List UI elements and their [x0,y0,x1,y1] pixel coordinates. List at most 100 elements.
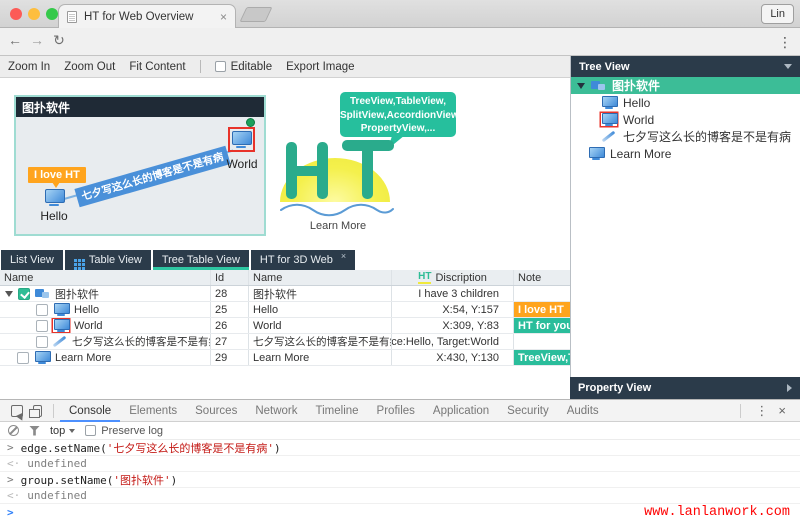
prompt-marker: > [7,506,14,519]
tab-label: Table View [89,254,142,266]
command-code: group.setName( [21,474,114,487]
header-name[interactable]: Name [0,270,211,285]
devtools-tab-audits[interactable]: Audits [558,400,608,422]
context-label: top [50,425,65,437]
table-row[interactable]: Hello 25 Hello X:54, Y:157 I love HT [0,302,570,318]
cell-id: 29 [211,350,249,365]
graph-canvas[interactable]: 图扑软件 七夕写这么长的博客是不是有病 I love HT Hello Worl… [0,78,570,248]
tab-close-icon[interactable]: × [220,11,227,23]
table-row[interactable]: 七夕写这么长的博客是不是有病 27 七夕写这么长的博客是不是有病 Source:… [0,334,570,350]
learn-more-node[interactable]: Learn More [298,220,378,232]
zoom-in-button[interactable]: Zoom In [8,61,50,73]
world-node-icon[interactable] [231,131,251,148]
row-checkbox-checked[interactable] [18,288,30,300]
monitor-icon [601,96,617,109]
row-checkbox[interactable] [36,304,48,316]
toolbar-separator [53,404,54,418]
zoom-out-button[interactable]: Zoom Out [64,61,115,73]
tab-ht-for-3d-web[interactable]: HT for 3D Web × [251,250,355,270]
hello-node-icon[interactable] [44,189,64,206]
minimize-window-button[interactable] [28,8,40,20]
row-checkbox[interactable] [36,320,48,332]
world-selection-box [228,127,255,152]
monitor-selected-icon [601,113,617,126]
forward-icon[interactable]: → [28,32,46,48]
tree-item-label: World [623,113,654,127]
devtools-panel: Console Elements Sources Network Timelin… [0,399,800,520]
row-checkbox[interactable] [36,336,48,348]
devtools-close-icon[interactable]: × [776,403,794,418]
table-row[interactable]: Learn More 29 Learn More X:430, Y:130 Tr… [0,350,570,366]
zoom-window-button[interactable] [46,8,58,20]
tab-tree-table-view[interactable]: Tree Table View [153,250,249,270]
expand-triangle-icon[interactable] [5,291,13,297]
reload-icon[interactable]: ↻ [50,32,68,49]
row-checkbox[interactable] [17,352,29,364]
tree-item-world[interactable]: World [571,111,800,128]
preserve-log-checkbox[interactable] [85,425,96,436]
devtools-tab-timeline[interactable]: Timeline [307,400,368,422]
header-name2[interactable]: Name [249,270,392,285]
world-node-label: World [220,157,264,171]
devtools-tab-network[interactable]: Network [246,400,306,422]
expand-triangle-icon[interactable] [577,83,585,89]
inspect-element-icon[interactable] [11,405,23,417]
new-tab-button[interactable] [240,7,273,22]
close-window-button[interactable] [10,8,22,20]
header-discription[interactable]: HT Discription [392,270,514,285]
header-id[interactable]: Id [211,270,249,285]
tree-table: Name Id Name HT Discription Note 图扑软件 28… [0,270,570,366]
group-node[interactable]: 图扑软件 七夕写这么长的博客是不是有病 I love HT Hello Worl… [14,95,266,236]
result-value: undefined [27,489,87,502]
profile-button[interactable]: Lin [761,4,794,24]
command-code: edge.setName( [21,442,107,455]
edge-label[interactable]: 七夕写这么长的博客是不是有病 [74,146,230,208]
property-view-header[interactable]: Property View [570,377,800,399]
devtools-tab-security[interactable]: Security [498,400,558,422]
tab-list-view[interactable]: List View [1,250,63,270]
bubble-line-2: SplitView,AccordionView, [340,109,456,123]
expand-panel-icon[interactable] [787,384,792,392]
cell-note [514,286,570,301]
devtools-tab-sources[interactable]: Sources [186,400,246,422]
devtools-tab-elements[interactable]: Elements [120,400,186,422]
editable-checkbox-item[interactable]: Editable [215,61,273,73]
export-image-button[interactable]: Export Image [286,61,354,73]
tree-item-edge[interactable]: 七夕写这么长的博客是不是有病 [571,128,800,145]
cell-description: Source:Hello, Target:World [392,334,514,349]
devtools-menu-icon[interactable]: ⋮ [747,403,776,419]
tree-item-hello[interactable]: Hello [571,94,800,111]
header-label: Discription [435,272,486,284]
group-title[interactable]: 图扑软件 [16,97,264,117]
devtools-tab-profiles[interactable]: Profiles [368,400,424,422]
group-body: 七夕写这么长的博客是不是有病 I love HT Hello World [16,117,264,234]
back-icon[interactable]: ← [6,32,24,48]
filter-icon[interactable] [29,426,40,436]
console-prompt-row[interactable]: > www.lanlanwork.com [0,504,800,521]
tree-view-header[interactable]: Tree View [571,56,800,77]
editable-checkbox[interactable] [215,61,226,72]
tab-table-view[interactable]: Table View [65,250,151,270]
clear-console-icon[interactable] [8,425,19,436]
bubble-line-3: PropertyView,... [340,122,456,136]
tab-close-icon[interactable]: × [341,251,346,261]
devtools-tab-console[interactable]: Console [60,400,120,422]
cell-note: I love HT [514,302,570,317]
fit-content-button[interactable]: Fit Content [129,61,185,73]
execution-context-select[interactable]: top [50,425,75,437]
tree-item-group[interactable]: 图扑软件 [571,77,800,94]
preserve-log-label: Preserve log [101,425,163,437]
device-toolbar-icon[interactable] [33,405,42,417]
command-string: '七夕写这么长的博客是不是有病' [107,442,274,455]
table-row[interactable]: World 26 World X:309, Y:83 HT for your [0,318,570,334]
preserve-log-checkbox-item[interactable]: Preserve log [85,425,163,437]
browser-tab[interactable]: HT for Web Overview × [58,4,236,28]
tab-title: HT for Web Overview [84,11,213,23]
tree-item-label: Hello [623,96,650,110]
devtools-tab-application[interactable]: Application [424,400,498,422]
table-row[interactable]: 图扑软件 28 图扑软件 I have 3 children [0,286,570,302]
collapse-panel-icon[interactable] [784,64,792,69]
browser-menu-icon[interactable]: ⋮ [778,34,792,51]
tree-item-learn-more[interactable]: Learn More [571,145,800,162]
header-note[interactable]: Note [514,270,570,285]
